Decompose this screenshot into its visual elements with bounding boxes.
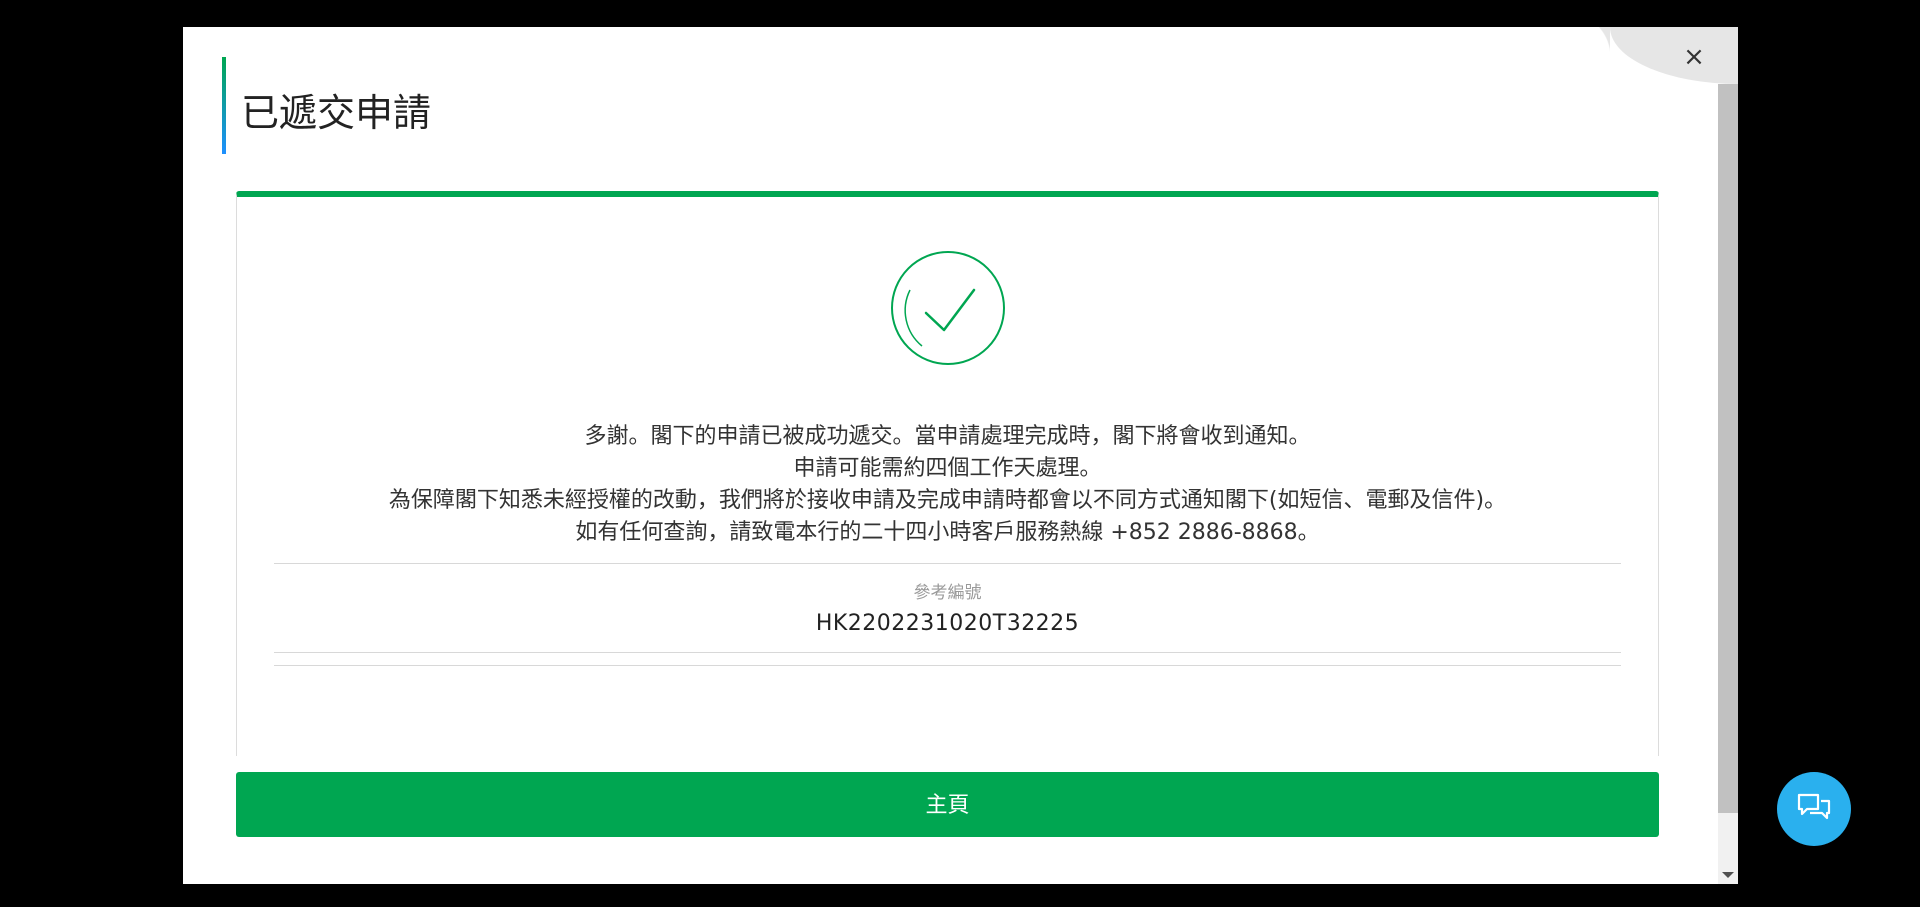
scrollbar-thumb[interactable] bbox=[1718, 84, 1738, 813]
submission-dialog: × 已遞交申請 多謝。閣下的申請已被成功遞交。當申請處理完成時，閣下將會收到通知… bbox=[183, 27, 1738, 884]
reference-label: 參考編號 bbox=[913, 583, 982, 603]
home-button[interactable]: 主頁 bbox=[236, 772, 1659, 837]
page-title: 已遞交申請 bbox=[241, 91, 432, 135]
chat-button[interactable] bbox=[1777, 772, 1851, 846]
divider bbox=[274, 652, 1621, 653]
chat-bubbles-icon bbox=[1797, 793, 1831, 820]
message-line: 為保障閣下知悉未經授權的改動，我們將於接收申請及完成申請時都會以不同方式通知閣下… bbox=[388, 488, 1507, 513]
message-line: 多謝。閣下的申請已被成功遞交。當申請處理完成時，閣下將會收到通知。 bbox=[584, 424, 1311, 449]
divider bbox=[274, 665, 1621, 666]
reference-number: HK2202231020T32225 bbox=[815, 611, 1080, 636]
divider bbox=[274, 563, 1621, 564]
result-card: 多謝。閣下的申請已被成功遞交。當申請處理完成時，閣下將會收到通知。 申請可能需約… bbox=[236, 191, 1659, 756]
message-line: 如有任何查詢，請致電本行的二十四小時客戶服務熱線 +852 2886-8868。 bbox=[575, 520, 1320, 545]
message-line: 申請可能需約四個工作天處理。 bbox=[793, 456, 1102, 481]
confirmation-message: 多謝。閣下的申請已被成功遞交。當申請處理完成時，閣下將會收到通知。 申請可能需約… bbox=[237, 421, 1658, 549]
close-button[interactable]: × bbox=[1680, 43, 1708, 71]
title-accent-bar bbox=[222, 57, 226, 154]
scroll-down-arrow-icon[interactable] bbox=[1722, 872, 1734, 878]
success-check-icon bbox=[890, 250, 1006, 366]
scrollbar[interactable] bbox=[1718, 84, 1738, 884]
close-tab bbox=[1566, 27, 1738, 84]
